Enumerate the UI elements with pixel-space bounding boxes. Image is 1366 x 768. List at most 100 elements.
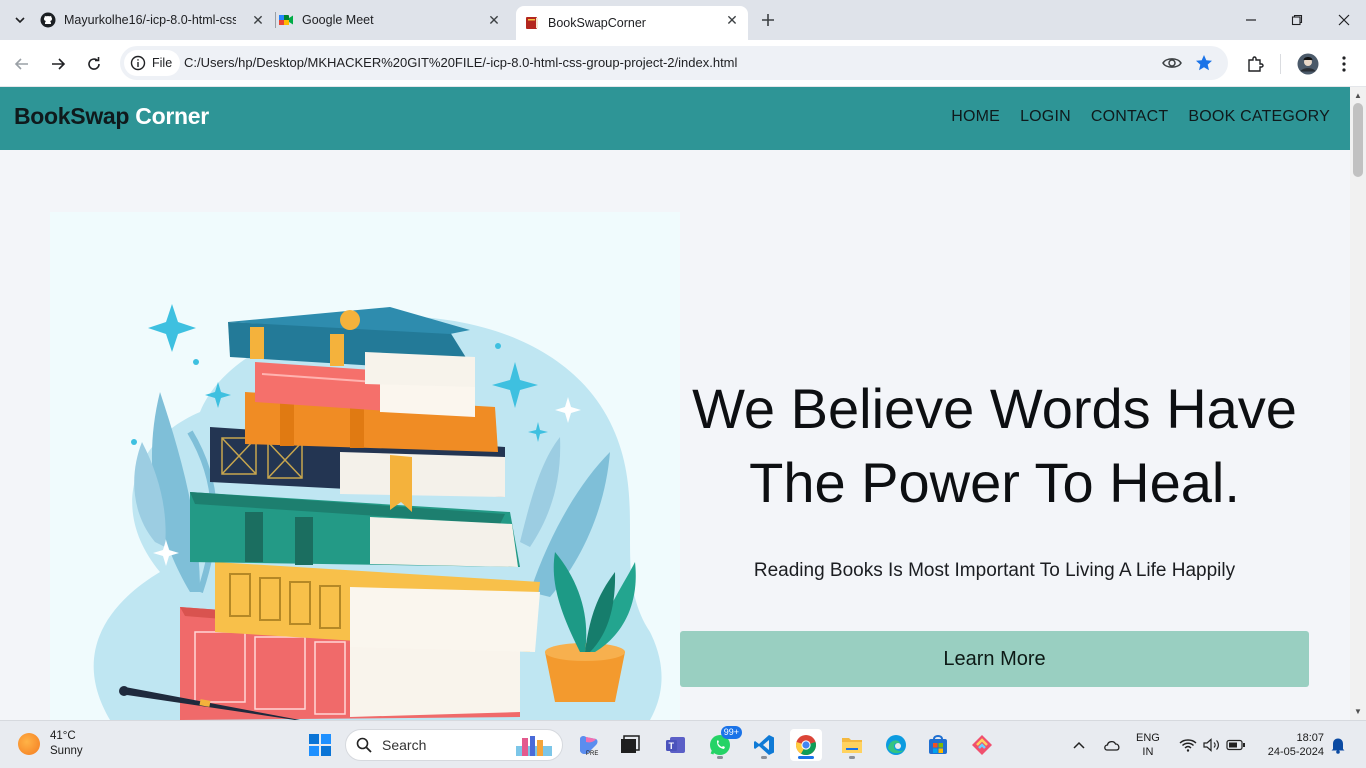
nav-login-link[interactable]: LOGIN — [1020, 108, 1071, 126]
avatar-icon — [1297, 53, 1319, 75]
site-logo[interactable]: BookSwap Corner — [14, 103, 209, 130]
clock-time: 18:07 — [1296, 732, 1324, 744]
plus-icon — [762, 14, 774, 26]
notifications-bell-icon[interactable] — [1326, 729, 1350, 761]
wifi-icon[interactable] — [1176, 729, 1200, 761]
search-label: Search — [382, 737, 427, 753]
task-view-icon[interactable] — [614, 729, 646, 761]
close-tab-icon[interactable]: ✕ — [724, 12, 740, 28]
scroll-up-arrow-icon[interactable]: ▲ — [1354, 91, 1362, 100]
running-indicator — [849, 756, 855, 759]
tab-google-meet[interactable]: Google Meet ✕ — [278, 6, 510, 34]
arrow-left-icon — [14, 58, 28, 70]
hero-headline: We Believe Words Have The Power To Heal. — [680, 372, 1309, 520]
running-indicator — [761, 756, 767, 759]
tab-search-button[interactable] — [8, 8, 32, 32]
url-text[interactable]: C:/Users/hp/Desktop/MKHACKER%20GIT%20FIL… — [184, 55, 737, 70]
tab-title: BookSwapCorner — [548, 16, 646, 30]
windows-taskbar: 41°C Sunny Search PRE T 99+ ENG IN 18:07… — [0, 720, 1366, 768]
profile-avatar[interactable] — [1296, 52, 1320, 76]
close-tab-icon[interactable]: ✕ — [250, 12, 266, 28]
tab-separator — [275, 12, 276, 28]
taskbar-search-box[interactable]: Search — [345, 729, 563, 761]
address-bar[interactable]: File C:/Users/hp/Desktop/MKHACKER%20GIT%… — [120, 46, 1228, 80]
site-info-chip[interactable]: File — [124, 50, 181, 76]
nav-home-link[interactable]: HOME — [951, 108, 1000, 126]
close-icon — [1338, 14, 1350, 26]
nav-book-category-link[interactable]: BOOK CATEGORY — [1188, 108, 1330, 126]
tab-title: Google Meet — [302, 13, 374, 27]
git-app-icon[interactable] — [966, 729, 998, 761]
scroll-down-arrow-icon[interactable]: ▼ — [1354, 707, 1362, 716]
reload-button[interactable] — [82, 52, 106, 76]
book-favicon-icon — [524, 15, 540, 31]
search-highlight-icon — [516, 736, 552, 756]
running-indicator — [717, 756, 723, 759]
microsoft-store-icon[interactable] — [922, 729, 954, 761]
sun-icon — [18, 733, 40, 755]
github-icon — [40, 12, 56, 28]
kebab-menu-icon — [1342, 56, 1346, 72]
eye-icon[interactable] — [1162, 53, 1182, 73]
edge-app-icon[interactable] — [880, 729, 912, 761]
start-button[interactable] — [304, 729, 336, 761]
scrollbar-thumb[interactable] — [1353, 103, 1363, 177]
file-explorer-icon[interactable] — [836, 729, 868, 761]
weather-temp: 41°C — [50, 730, 76, 742]
windows-logo-icon — [309, 734, 331, 756]
site-chip-label: File — [152, 56, 173, 70]
running-indicator-active — [798, 756, 814, 759]
tab-bookswapcorner[interactable]: BookSwapCorner ✕ — [516, 6, 748, 40]
back-button[interactable] — [10, 52, 34, 76]
hero-books-illustration — [50, 212, 680, 720]
chevron-down-icon — [15, 17, 25, 24]
page-scrollbar[interactable]: ▲ ▼ — [1350, 87, 1366, 720]
reload-icon — [88, 57, 100, 70]
learn-more-button[interactable]: Learn More — [680, 631, 1309, 687]
restore-button[interactable] — [1285, 8, 1309, 32]
hero-text-block: We Believe Words Have The Power To Heal.… — [680, 372, 1309, 582]
language-line-2: IN — [1142, 746, 1154, 758]
language-indicator[interactable]: ENG IN — [1136, 731, 1160, 759]
browser-toolbar: File C:/Users/hp/Desktop/MKHACKER%20GIT%… — [0, 40, 1366, 87]
close-window-button[interactable] — [1332, 8, 1356, 32]
show-hidden-icons-button[interactable] — [1066, 729, 1092, 761]
page-viewport: BookSwap Corner HOME LOGIN CONTACT BOOK … — [0, 87, 1350, 720]
restore-icon — [1291, 14, 1303, 26]
chrome-app-icon[interactable] — [790, 729, 822, 761]
extensions-button[interactable] — [1243, 52, 1267, 76]
chevron-up-icon — [1073, 741, 1085, 749]
whatsapp-notification-badge: 99+ — [720, 726, 742, 739]
teams-app-icon[interactable]: T — [660, 729, 692, 761]
weather-widget[interactable]: 41°C Sunny — [18, 729, 83, 759]
puzzle-icon — [1248, 56, 1264, 72]
headline-line-1: We Believe Words Have — [692, 377, 1297, 440]
site-navbar: BookSwap Corner HOME LOGIN CONTACT BOOK … — [0, 87, 1350, 150]
browser-tab-strip: Mayurkolhe16/-icp-8.0-html-css ✕ Google … — [0, 0, 1366, 40]
onedrive-icon[interactable] — [1098, 729, 1126, 761]
close-tab-icon[interactable]: ✕ — [486, 12, 502, 28]
whatsapp-app-icon[interactable]: 99+ — [704, 726, 742, 761]
system-clock[interactable]: 18:07 24-05-2024 — [1258, 731, 1324, 759]
language-line-1: ENG — [1136, 732, 1160, 744]
vscode-app-icon[interactable] — [748, 729, 780, 761]
minimize-button[interactable] — [1239, 8, 1263, 32]
menu-button[interactable] — [1332, 52, 1356, 76]
forward-button[interactable] — [46, 52, 70, 76]
volume-icon[interactable] — [1200, 729, 1224, 761]
hero-subline: Reading Books Is Most Important To Livin… — [753, 560, 1236, 581]
tab-github[interactable]: Mayurkolhe16/-icp-8.0-html-css ✕ — [40, 6, 274, 34]
toolbar-divider — [1280, 54, 1281, 74]
bookmark-star-icon[interactable] — [1194, 53, 1214, 73]
weather-condition: Sunny — [50, 745, 83, 757]
brand-part2: Corner — [135, 103, 209, 129]
tab-title: Mayurkolhe16/-icp-8.0-html-css — [64, 13, 236, 27]
nav-contact-link[interactable]: CONTACT — [1091, 108, 1169, 126]
new-tab-button[interactable] — [758, 10, 778, 30]
battery-icon[interactable] — [1224, 729, 1248, 761]
headline-line-2: The Power To Heal. — [749, 451, 1240, 514]
svg-text:PRE: PRE — [586, 751, 598, 757]
copilot-app-icon[interactable]: PRE — [572, 729, 604, 761]
search-icon — [356, 737, 372, 753]
google-meet-icon — [278, 12, 294, 28]
